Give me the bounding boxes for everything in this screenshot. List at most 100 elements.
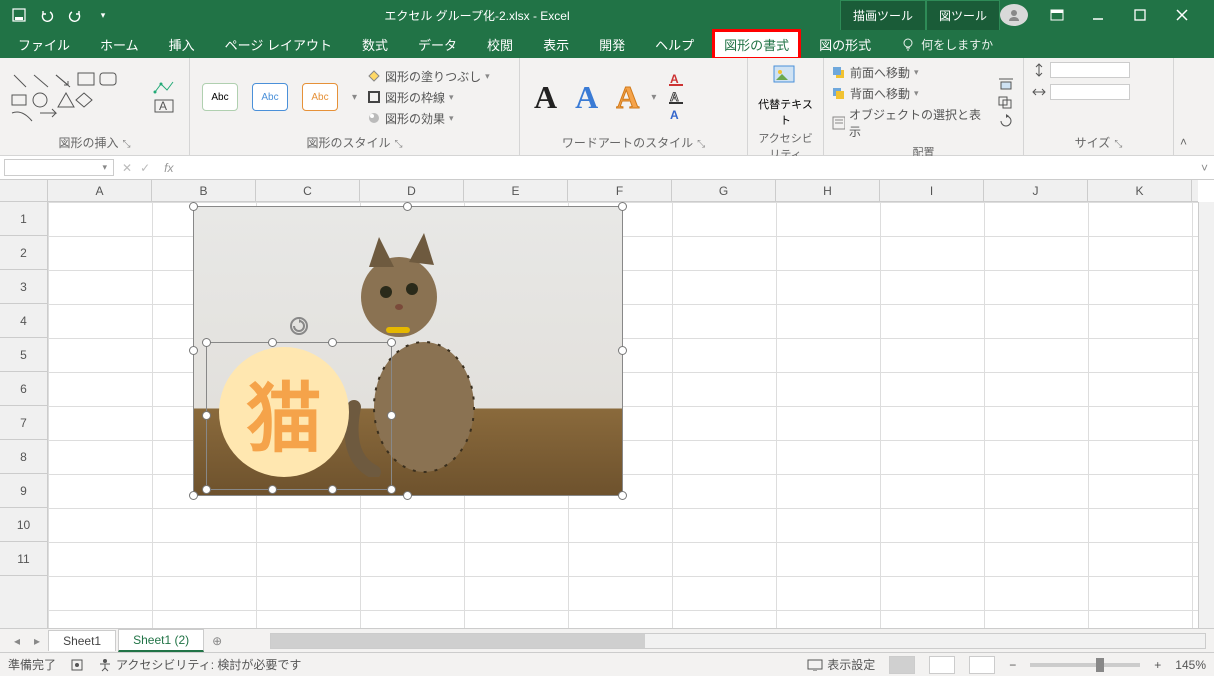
enter-icon[interactable]: ✓ [136,161,154,175]
expand-formula-bar-icon[interactable]: ˅ [1195,161,1214,175]
row-header[interactable]: 3 [0,270,47,304]
row-header[interactable]: 7 [0,406,47,440]
selected-shape[interactable]: 猫 [206,342,392,490]
wordart-preset[interactable]: A [610,79,645,116]
shape-height-input[interactable] [1050,62,1130,78]
sheet-nav-prev-icon[interactable]: ◂ [8,634,26,648]
accessibility-status[interactable]: アクセシビリティ: 検討が必要です [98,656,301,673]
rotate-icon[interactable] [997,113,1015,127]
edit-shape-icon[interactable] [153,80,181,96]
sheet-tab[interactable]: Sheet1 (2) [118,629,204,652]
tab-insert[interactable]: 挿入 [157,29,207,60]
fx-icon[interactable]: fx [154,161,183,175]
redo-icon[interactable] [64,4,86,26]
select-all-corner[interactable] [0,180,48,201]
col-header[interactable]: G [672,180,776,201]
tool-tab-picture[interactable]: 図ツール [926,0,1000,31]
display-settings-button[interactable]: 表示設定 [807,656,875,673]
row-header[interactable]: 10 [0,508,47,542]
shape-style-preset[interactable]: Abc [202,83,238,111]
tab-shape-format[interactable]: 図形の書式 [712,29,801,60]
group-icon[interactable] [997,95,1015,109]
shapes-gallery[interactable]: A [8,62,181,132]
zoom-level[interactable]: 145% [1175,658,1206,672]
cancel-icon[interactable]: ✕ [118,161,136,175]
dialog-launcher-icon[interactable]: ⤡ [391,139,403,150]
row-header[interactable]: 4 [0,304,47,338]
view-normal-icon[interactable] [889,656,915,674]
horizontal-scrollbar[interactable] [270,633,1206,649]
text-box-icon[interactable]: A [153,98,181,114]
row-header[interactable]: 9 [0,474,47,508]
tab-help[interactable]: ヘルプ [643,29,706,60]
tab-home[interactable]: ホーム [88,29,151,60]
text-effects-icon[interactable]: A [668,108,686,122]
shape-style-preset[interactable]: Abc [302,83,338,111]
col-header[interactable]: H [776,180,880,201]
text-fill-icon[interactable]: A [668,72,686,86]
user-avatar-icon[interactable] [1000,4,1028,26]
dialog-launcher-icon[interactable]: ⤡ [119,139,131,150]
sheet-nav-next-icon[interactable]: ▸ [28,634,46,648]
qat-dropdown-icon[interactable]: ▾ [92,4,114,26]
close-icon[interactable] [1176,9,1204,21]
row-header[interactable]: 1 [0,202,47,236]
new-sheet-icon[interactable]: ⊕ [206,634,228,648]
col-header[interactable]: I [880,180,984,201]
row-header[interactable]: 8 [0,440,47,474]
dialog-launcher-icon[interactable]: ⤡ [693,139,705,150]
col-header[interactable]: E [464,180,568,201]
col-header[interactable]: D [360,180,464,201]
cells-area[interactable]: 猫 [48,202,1198,628]
rotate-handle-icon[interactable] [290,317,308,335]
text-outline-icon[interactable]: A [668,90,686,104]
shape-effects-button[interactable]: 図形の効果 ▾ [367,110,490,127]
zoom-out-icon[interactable]: − [1009,658,1016,672]
tab-data[interactable]: データ [406,29,469,60]
name-box[interactable]: ▾ [4,159,114,176]
col-header[interactable]: K [1088,180,1192,201]
send-backward-button[interactable]: 背面へ移動 ▾ [832,85,983,102]
zoom-in-icon[interactable]: + [1154,658,1161,672]
tab-review[interactable]: 校閲 [475,29,525,60]
col-header[interactable]: J [984,180,1088,201]
tab-formulas[interactable]: 数式 [350,29,400,60]
wordart-preset[interactable]: A [569,79,604,116]
shape-fill-button[interactable]: 図形の塗りつぶし ▾ [367,68,490,85]
tab-page-layout[interactable]: ページ レイアウト [213,29,344,60]
view-page-layout-icon[interactable] [929,656,955,674]
col-header[interactable]: B [152,180,256,201]
alt-text-icon[interactable] [772,62,800,90]
row-header[interactable]: 5 [0,338,47,372]
wordart-preset[interactable]: A [528,79,563,116]
view-page-break-icon[interactable] [969,656,995,674]
col-header[interactable]: C [256,180,360,201]
tab-picture-format[interactable]: 図の形式 [807,29,883,60]
vertical-scrollbar[interactable] [1198,202,1214,628]
tool-tab-drawing[interactable]: 描画ツール [840,0,926,31]
align-icon[interactable] [997,77,1015,91]
row-header[interactable]: 11 [0,542,47,576]
zoom-slider[interactable] [1030,663,1140,667]
row-header[interactable]: 2 [0,236,47,270]
minimize-icon[interactable] [1092,9,1120,21]
sheet-tab[interactable]: Sheet1 [48,630,116,651]
selection-pane-button[interactable]: オブジェクトの選択と表示 [832,106,983,140]
circle-shape[interactable]: 猫 [219,347,349,477]
autosave-icon[interactable] [8,4,30,26]
shape-width-input[interactable] [1050,84,1130,100]
worksheet-grid[interactable]: A B C D E F G H I J K 1 2 3 4 5 6 7 8 9 … [0,180,1214,628]
gallery-more-icon[interactable]: ▾ [651,92,656,103]
undo-icon[interactable] [36,4,58,26]
tab-developer[interactable]: 開発 [587,29,637,60]
shape-style-preset[interactable]: Abc [252,83,288,111]
col-header[interactable]: A [48,180,152,201]
maximize-icon[interactable] [1134,9,1162,21]
bring-forward-button[interactable]: 前面へ移動 ▾ [832,64,983,81]
ribbon-display-icon[interactable] [1050,9,1078,21]
macro-record-icon[interactable] [70,658,84,672]
gallery-more-icon[interactable]: ▾ [348,92,361,103]
collapse-ribbon-icon[interactable]: ˄ [1174,129,1190,155]
dialog-launcher-icon[interactable]: ⤡ [1110,139,1122,150]
shape-outline-button[interactable]: 図形の枠線 ▾ [367,89,490,106]
